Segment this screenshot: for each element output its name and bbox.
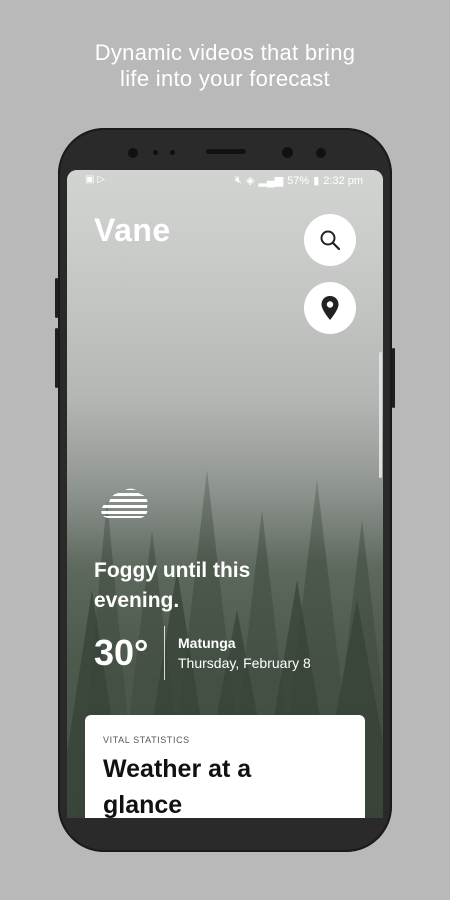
earpiece-speaker bbox=[206, 149, 246, 154]
app-screen: ▣ ▷ 🔇︎ ◈ ▂▄▆ 57% ▮ 2:32 pm Vane Foggy un… bbox=[67, 170, 383, 818]
power-button bbox=[392, 348, 395, 408]
fog-icon bbox=[101, 488, 148, 519]
volume-button bbox=[55, 278, 58, 318]
promo-caption: Dynamic videos that bring life into your… bbox=[0, 40, 450, 92]
status-right: 🔇︎ ◈ ▂▄▆ 57% ▮ 2:32 pm bbox=[235, 174, 363, 187]
gallery-icon: ▣ bbox=[85, 174, 95, 185]
search-icon bbox=[320, 230, 341, 251]
promo-line-1: Dynamic videos that bring bbox=[94, 40, 356, 65]
promo-line-2: life into your forecast bbox=[120, 66, 330, 91]
clock: 2:32 pm bbox=[323, 174, 363, 187]
iris-sensor bbox=[282, 147, 293, 158]
battery-level: 57% bbox=[287, 174, 310, 187]
location-button[interactable] bbox=[304, 282, 356, 334]
card-title: Weather at a glance bbox=[103, 755, 252, 818]
mute-icon: 🔇︎ bbox=[235, 174, 242, 186]
location-name: Matunga bbox=[178, 635, 236, 651]
notification-icons: ▣ ▷ bbox=[85, 174, 105, 185]
temperature: 30° bbox=[94, 632, 149, 673]
app-title: Vane bbox=[94, 212, 171, 248]
scroll-indicator[interactable] bbox=[379, 352, 382, 478]
volume-button-2 bbox=[55, 328, 58, 388]
location-pin-icon bbox=[321, 296, 339, 320]
weather-condition: Foggy until this evening. bbox=[94, 559, 251, 612]
search-button[interactable] bbox=[304, 214, 356, 266]
sensor-dot-2 bbox=[170, 150, 175, 155]
battery-icon: ▮ bbox=[313, 175, 320, 187]
forecast-date: Thursday, February 8 bbox=[178, 655, 311, 671]
nfc-icon: ◈ bbox=[245, 175, 255, 187]
signal-icon: ▂▄▆ bbox=[258, 175, 284, 187]
status-bar: ▣ ▷ 🔇︎ ◈ ▂▄▆ 57% ▮ 2:32 pm bbox=[67, 170, 383, 192]
sensor-dot bbox=[153, 150, 158, 155]
temp-divider bbox=[164, 626, 165, 680]
vital-statistics-card[interactable]: VITAL STATISTICS Weather at a glance bbox=[85, 715, 365, 818]
proximity-sensor bbox=[316, 148, 326, 158]
card-label: VITAL STATISTICS bbox=[103, 735, 190, 745]
play-icon: ▷ bbox=[97, 174, 105, 185]
front-camera bbox=[128, 148, 138, 158]
